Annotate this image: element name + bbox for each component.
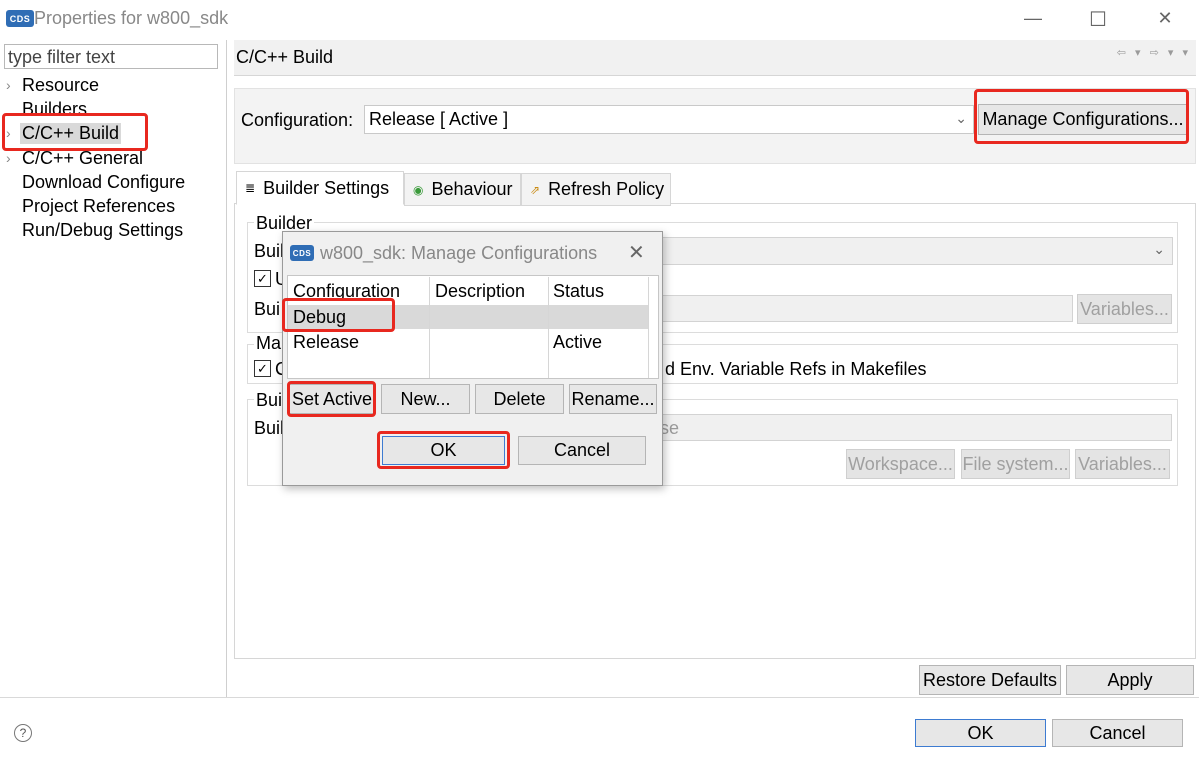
behaviour-icon: ◉ (413, 182, 424, 197)
table-cell-status[interactable]: Active (548, 332, 602, 353)
rename-configuration-button[interactable]: Rename... (569, 384, 657, 414)
cancel-button[interactable]: Cancel (1052, 719, 1183, 747)
page-title: C/C++ Build (234, 40, 1196, 76)
builder-type-select[interactable]: ⌄ (640, 237, 1173, 265)
highlight-set-active (287, 381, 376, 417)
table-cell-configuration[interactable]: Release (288, 332, 359, 353)
configuration-value: Release [ Active ] (369, 109, 509, 129)
new-configuration-button[interactable]: New... (381, 384, 470, 414)
app-logo-icon: CDS (6, 10, 34, 27)
file-system-button[interactable]: File system... (961, 449, 1070, 479)
use-default-checkbox[interactable]: ✓ (254, 270, 271, 287)
sidebar-item-resource[interactable]: › Resource (6, 73, 101, 97)
dialog-title-bar: CDS w800_sdk: Manage Configurations (290, 240, 597, 266)
configuration-select[interactable]: Release [ Active ] ⌄ (364, 105, 974, 134)
dialog-close-icon[interactable]: ✕ (628, 240, 645, 265)
sidebar-item-project-references[interactable]: Project References (6, 194, 177, 218)
column-header-status[interactable]: Status (548, 281, 604, 302)
dialog-app-logo-icon: CDS (290, 245, 314, 261)
sidebar-divider[interactable] (226, 40, 227, 697)
chevron-down-icon: ⌄ (1153, 241, 1165, 257)
refresh-policy-icon: ⇗ (530, 182, 541, 197)
footer-divider (0, 697, 1199, 698)
dialog-cancel-button[interactable]: Cancel (518, 436, 646, 465)
build-directory-input[interactable]: se (655, 414, 1172, 441)
chevron-right-icon[interactable]: › (6, 150, 20, 166)
variables-button[interactable]: Variables... (1077, 294, 1172, 324)
build-directory-label: Buil (254, 418, 285, 438)
apply-button[interactable]: Apply (1066, 665, 1194, 695)
filter-input[interactable]: type filter text (4, 44, 218, 69)
highlight-dialog-ok (377, 431, 510, 469)
highlight-debug-row (282, 298, 395, 332)
variables-button-2[interactable]: Variables... (1075, 449, 1170, 479)
delete-configuration-button[interactable]: Delete (475, 384, 564, 414)
chevron-right-icon[interactable]: › (6, 77, 20, 93)
dialog-title: w800_sdk: Manage Configurations (320, 242, 598, 263)
help-icon[interactable]: ? (14, 724, 32, 742)
window-title: Properties for w800_sdk (34, 8, 229, 28)
sidebar-item-run-debug-settings[interactable]: Run/Debug Settings (6, 218, 185, 242)
makefile-option-text: d Env. Variable Refs in Makefiles (665, 359, 927, 379)
tab-behaviour[interactable]: ◉ Behaviour (404, 173, 521, 206)
restore-defaults-button[interactable]: Restore Defaults (919, 665, 1061, 695)
builder-settings-icon: ≣ (245, 181, 256, 195)
sidebar-item-download-configure[interactable]: Download Configure (6, 170, 187, 194)
nav-arrows-icon[interactable]: ⇦ ▾ ⇨ ▾ ▾ (1117, 46, 1191, 59)
close-window-button[interactable]: ✕ (1150, 8, 1180, 29)
chevron-down-icon: ⌄ (955, 110, 967, 126)
build-command-label: Bui (254, 299, 281, 319)
workspace-button[interactable]: Workspace... (846, 449, 955, 479)
column-divider (648, 277, 649, 378)
build-command-input[interactable] (640, 295, 1073, 322)
tab-builder-settings[interactable]: ≣ Builder Settings (236, 171, 404, 205)
ok-button[interactable]: OK (915, 719, 1046, 747)
highlight-cpp-build (2, 113, 148, 151)
builder-type-label: Buil (254, 241, 285, 261)
maximize-button[interactable]: ☐ (1083, 7, 1113, 32)
tab-refresh-policy[interactable]: ⇗ Refresh Policy (521, 173, 671, 206)
makefile-checkbox[interactable]: ✓ (254, 360, 271, 377)
minimize-button[interactable]: — (1018, 8, 1048, 29)
configuration-label: Configuration: (241, 110, 354, 130)
highlight-manage-configurations (974, 89, 1189, 144)
column-header-description[interactable]: Description (430, 281, 525, 302)
